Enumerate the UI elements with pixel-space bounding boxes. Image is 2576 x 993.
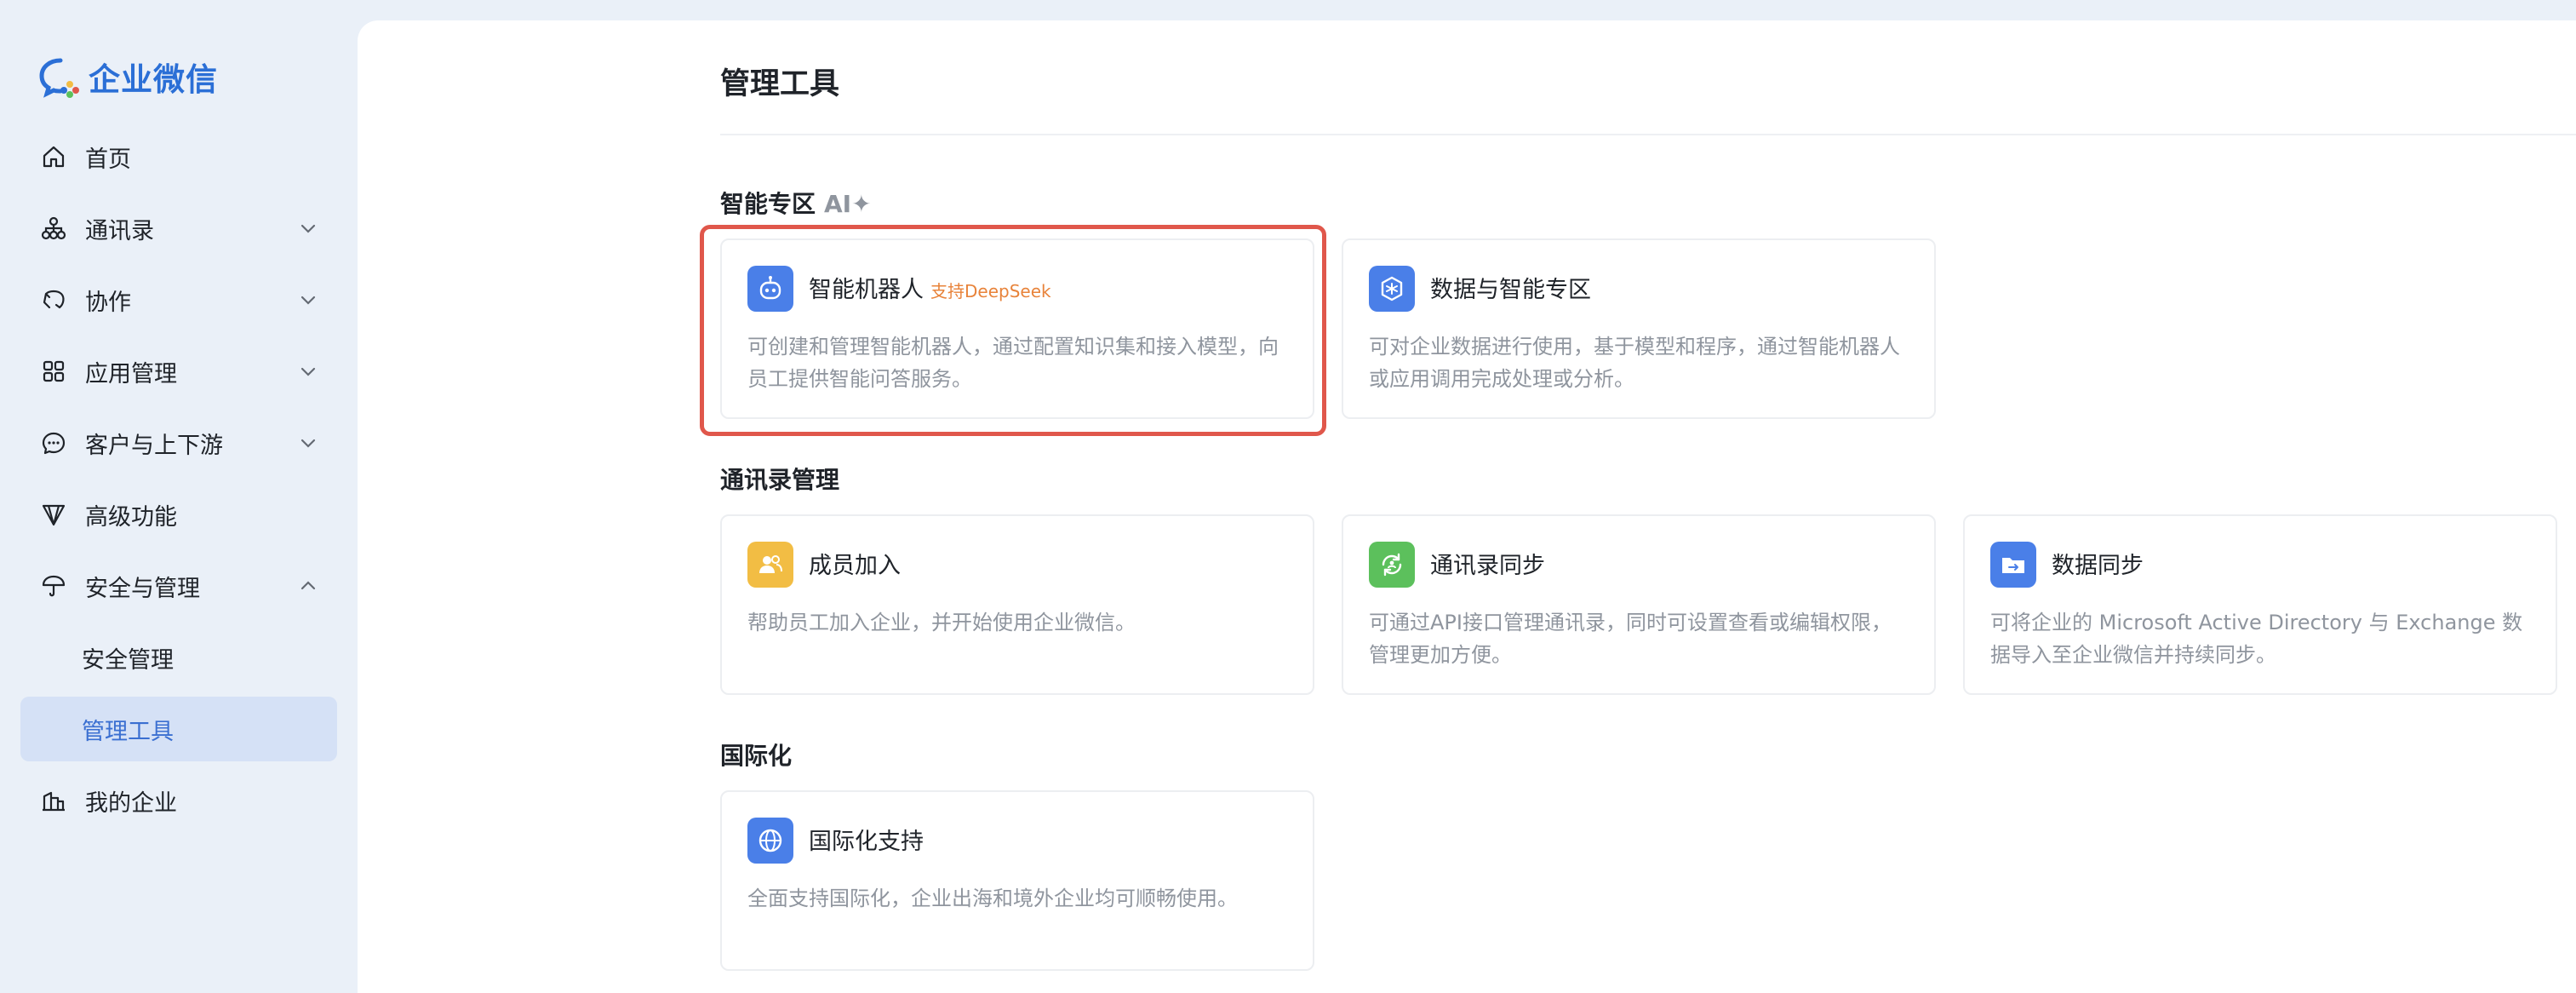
main-panel: 管理工具 智能专区 AI✦ 智能机器人 支持DeepSeek 可创建和管理智能机器人… [358,20,2576,993]
card-member-join[interactable]: 成员加入 帮助员工加入企业，并开始使用企业微信。 [720,514,1314,695]
sidebar-item-collaboration[interactable]: 协作 [20,267,337,332]
card-description: 帮助员工加入企业，并开始使用企业微信。 [747,611,1136,634]
sidebar-item-label: 应用管理 [85,360,177,387]
chat-icon [41,430,66,456]
card-description: 可对企业数据进行使用，基于模型和程序，通过智能机器人或应用调用完成处理或分析。 [1369,335,1900,391]
deepseek-tag: 支持DeepSeek [930,281,1051,301]
card-title: 数据与智能专区 [1430,277,1591,303]
sidebar-item-customers[interactable]: 客户与上下游 [20,410,337,475]
sidebar-subitem-management-tools[interactable]: 管理工具 [20,697,337,761]
sidebar-item-label: 客户与上下游 [85,432,223,459]
sidebar-item-label: 管理工具 [82,718,174,745]
card-title: 国际化支持 [809,829,924,855]
app-name: 企业微信 [89,61,218,98]
sidebar-item-contacts[interactable]: 通讯录 [20,196,337,261]
sidebar-nav: 首页 通讯录 协作 应用管理 客户与上下游 高级功能 安全与管理 安全管理 管理… [20,124,337,840]
section-title-text: 智能专区 [720,190,816,218]
card-description: 全面支持国际化，企业出海和境外企业均可顺畅使用。 [747,887,1238,910]
grid-icon [41,359,66,384]
chevron-down-icon [301,367,316,376]
sidebar-item-app-management[interactable]: 应用管理 [20,339,337,404]
sidebar-item-home[interactable]: 首页 [20,124,337,189]
chevron-down-icon [301,296,316,305]
collaboration-icon [41,287,66,313]
card-data-sync[interactable]: 数据同步 可将企业的 Microsoft Active Directory 与 … [1963,514,2557,695]
globe-icon [747,818,793,864]
section-title-i18n: 国际化 [720,742,793,770]
members-icon [747,542,793,588]
diamond-icon [41,502,66,527]
sidebar-item-label: 高级功能 [85,503,177,531]
section-title-ai: 智能专区 AI✦ [720,186,872,220]
page-title: 管理工具 [720,67,840,101]
card-data-ai-zone[interactable]: 数据与智能专区 可对企业数据进行使用，基于模型和程序，通过智能机器人或应用调用完… [1342,238,1936,419]
card-title: 成员加入 [809,553,901,579]
sidebar-item-label: 通讯录 [85,217,154,244]
data-hex-icon [1369,266,1415,312]
sidebar-subitem-security-management[interactable]: 安全管理 [20,625,337,690]
sidebar-item-label: 安全管理 [82,646,174,674]
card-description: 可将企业的 Microsoft Active Directory 与 Excha… [1990,611,2523,667]
sidebar-item-label: 协作 [85,289,131,316]
umbrella-icon [41,573,66,599]
card-description: 可通过API接口管理通讯录，同时可设置查看或编辑权限，管理更加方便。 [1369,611,1892,667]
chevron-up-icon [301,581,316,590]
ai-badge: AI✦ [824,190,872,218]
sidebar-item-advanced[interactable]: 高级功能 [20,482,337,547]
chevron-down-icon [301,224,316,233]
card-smart-robot[interactable]: 智能机器人 支持DeepSeek 可创建和管理智能机器人，通过配置知识集和接入模型… [720,238,1314,419]
sidebar-item-label: 我的企业 [85,789,177,817]
sidebar-item-my-enterprise[interactable]: 我的企业 [20,768,337,833]
title-divider [720,134,2576,135]
folder-sync-icon [1990,542,2036,588]
robot-icon [747,266,793,312]
card-title: 通讯录同步 [1430,553,1545,579]
card-internationalization[interactable]: 国际化支持 全面支持国际化，企业出海和境外企业均可顺畅使用。 [720,790,1314,971]
section-title-contacts: 通讯录管理 [720,466,840,494]
sync-icon [1369,542,1415,588]
card-description: 可创建和管理智能机器人，通过配置知识集和接入模型，向员工提供智能问答服务。 [747,335,1279,391]
building-icon [41,788,66,813]
wecom-logo-icon [39,58,79,98]
card-title: 智能机器人 支持DeepSeek [809,271,1051,304]
sidebar: 企业微信 首页 通讯录 协作 应用管理 客户与上下游 高级功能 安全与管理 安全… [0,0,358,993]
sidebar-item-label: 首页 [85,146,131,173]
home-icon [41,144,66,169]
org-chart-icon [41,215,66,241]
sidebar-item-label: 安全与管理 [85,575,200,602]
app-logo[interactable]: 企业微信 [37,53,218,100]
sidebar-item-security[interactable]: 安全与管理 [20,554,337,618]
card-title-text: 智能机器人 [809,277,924,303]
chevron-down-icon [301,439,316,448]
card-contacts-sync[interactable]: 通讯录同步 可通过API接口管理通讯录，同时可设置查看或编辑权限，管理更加方便。 [1342,514,1936,695]
card-title: 数据同步 [2052,553,2144,579]
